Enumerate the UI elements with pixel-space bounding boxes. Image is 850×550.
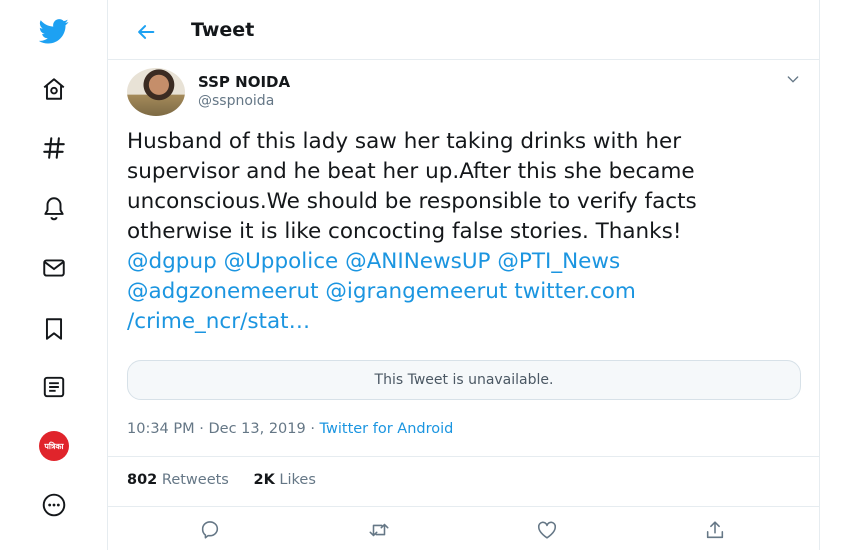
mention-link[interactable]: @dgpup xyxy=(127,249,217,274)
author-handle[interactable]: @sspnoida xyxy=(198,93,274,109)
author-name[interactable]: SSP NOIDA xyxy=(198,73,290,91)
quoted-tweet-unavailable: This Tweet is unavailable. xyxy=(127,360,801,400)
likes-stat[interactable]: 2K Likes xyxy=(253,472,315,488)
meta-separator: · xyxy=(310,421,315,437)
back-button[interactable] xyxy=(132,18,160,46)
tweet-detail-column: Tweet SSP NOIDA @sspnoida Husband of thi… xyxy=(108,0,820,550)
retweet-icon xyxy=(369,523,389,537)
author-avatar[interactable] xyxy=(127,68,185,116)
tweet-text-line: supervisor and he beat her up.After this… xyxy=(127,159,695,184)
mention-link[interactable]: @igrangemeerut xyxy=(325,279,507,304)
arrow-left-icon xyxy=(138,25,155,39)
divider xyxy=(108,456,819,457)
bell-notifications-icon[interactable] xyxy=(39,193,69,223)
tweet-text-line: otherwise it is like concocting false st… xyxy=(127,219,682,244)
reply-button[interactable] xyxy=(197,517,223,543)
divider xyxy=(108,506,819,507)
tweet-url-link-tail[interactable]: /crime_ncr/stat… xyxy=(127,309,310,334)
hashtag-explore-icon[interactable] xyxy=(39,133,69,163)
mail-messages-icon[interactable] xyxy=(39,253,69,283)
twitter-bird-icon[interactable] xyxy=(39,16,69,46)
page-title: Tweet xyxy=(191,19,255,41)
mention-link[interactable]: @PTI_News xyxy=(497,249,620,274)
share-icon xyxy=(706,521,724,539)
more-options-icon[interactable] xyxy=(39,490,69,520)
reply-icon xyxy=(201,521,219,539)
profile-avatar-label: पत्रिका xyxy=(44,441,64,451)
mention-link[interactable]: @ANINewsUP xyxy=(345,249,490,274)
bookmark-icon[interactable] xyxy=(39,314,69,344)
tweet-text-line: Husband of this lady saw her taking drin… xyxy=(127,129,682,154)
profile-avatar-icon[interactable]: पत्रिका xyxy=(39,431,69,461)
tweet-menu-button[interactable] xyxy=(784,70,802,88)
tweet-text-line: unconscious.We should be responsible to … xyxy=(127,189,697,214)
retweets-count: 802 xyxy=(127,472,158,488)
mention-link[interactable]: @Uppolice xyxy=(224,249,339,274)
share-button[interactable] xyxy=(702,517,728,543)
tweet-timestamp[interactable]: 10:34 PM · Dec 13, 2019 xyxy=(127,421,306,437)
retweet-button[interactable] xyxy=(366,517,392,543)
page-header: Tweet xyxy=(108,0,819,60)
likes-count: 2K xyxy=(253,472,275,488)
sidebar-nav: पत्रिका xyxy=(0,0,108,550)
list-icon[interactable] xyxy=(39,372,69,402)
likes-label: Likes xyxy=(279,472,316,488)
retweets-label: Retweets xyxy=(161,472,229,488)
tweet-stats: 802 Retweets 2K Likes xyxy=(127,472,336,488)
tweet-body: Husband of this lady saw her taking drin… xyxy=(127,127,807,337)
chevron-down-icon xyxy=(787,76,799,83)
mention-link[interactable]: @adgzonemeerut xyxy=(127,279,319,304)
quoted-tweet-notice: This Tweet is unavailable. xyxy=(374,372,554,388)
home-icon[interactable] xyxy=(39,74,69,104)
like-icon xyxy=(537,521,557,539)
like-button[interactable] xyxy=(534,517,560,543)
retweets-stat[interactable]: 802 Retweets xyxy=(127,472,229,488)
tweet-url-link[interactable]: twitter.com xyxy=(514,279,636,304)
tweet-meta: 10:34 PM · Dec 13, 2019 · Twitter for An… xyxy=(127,421,453,437)
tweet-source-link[interactable]: Twitter for Android xyxy=(320,421,454,437)
